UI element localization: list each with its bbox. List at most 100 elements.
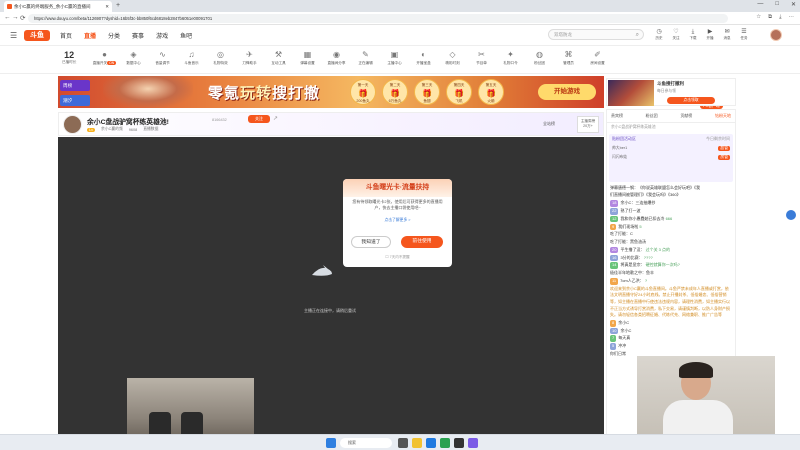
dont-remind-checkbox[interactable]: ☐ 7天内不提醒: [343, 255, 452, 260]
weekly-rank-box[interactable]: 主播周榜 20万+: [577, 116, 599, 133]
reward-gift-icon: 🎁: [358, 89, 368, 98]
search-input[interactable]: 双塔防龙 ⌕: [548, 29, 644, 40]
anchor-tool-14[interactable]: ✦ 礼物口令: [496, 49, 525, 66]
nav-home[interactable]: 首页: [60, 31, 72, 40]
follow-button[interactable]: 关注: [248, 115, 270, 123]
site-rank-link[interactable]: 全站榜: [543, 121, 555, 127]
streamer-avatar[interactable]: [63, 115, 82, 134]
chat-highlight: 5: [638, 223, 642, 229]
anchor-tool-1[interactable]: ◈ 数据中心: [119, 49, 148, 66]
extensions-icon[interactable]: ⧉: [768, 14, 772, 21]
header-tool-play[interactable]: ▶ 开播: [703, 28, 717, 41]
anchor-tool-8[interactable]: ◉ 直播间分享: [322, 49, 351, 66]
task-view-icon[interactable]: [398, 438, 408, 448]
heart-icon: ♡: [673, 29, 679, 35]
reward-gift-icon: 🎁: [486, 89, 496, 98]
anchor-tool-12[interactable]: ◇ 精彩时刻: [438, 49, 467, 66]
douyu-logo[interactable]: 斗鱼: [24, 30, 50, 41]
loading-shark-icon: [312, 265, 332, 276]
url-field[interactable]: https://www.douyu.com/beta/1126907?dyshi…: [28, 14, 728, 23]
streamer-name[interactable]: 余小C赢的频: [101, 127, 123, 132]
user-avatar[interactable]: [770, 29, 782, 41]
header-tool-message[interactable]: ✉ 消息: [720, 28, 734, 41]
nav-events[interactable]: 赛事: [132, 31, 144, 40]
nav-games[interactable]: 游戏: [156, 31, 168, 40]
app2-icon[interactable]: [468, 438, 478, 448]
chat-text: 三连抽爆抄: [635, 200, 656, 206]
room-meta: Lv 余小C赢的频 9608 直播数据: [87, 127, 158, 132]
header-tool-download[interactable]: ⤓ 下载: [686, 28, 700, 41]
weekly-rank-tag[interactable]: 周榜: [60, 80, 90, 91]
browser-tab[interactable]: 余小C赢的终端服务_余小C赢的直播间 ✕: [4, 1, 112, 12]
chat-tab-3[interactable]: 钻粉天地: [715, 113, 731, 119]
forward-button[interactable]: →: [12, 14, 19, 21]
header-tool-heart[interactable]: ♡ 关注: [669, 28, 683, 41]
taskbar-search[interactable]: 搜索: [340, 438, 392, 448]
chat-tab-0[interactable]: 贵宾榜: [611, 113, 623, 119]
back-button[interactable]: ←: [4, 14, 11, 21]
reward-name: 火箭: [487, 99, 495, 103]
anchor-tool-2[interactable]: ∿ 音量调节: [148, 49, 177, 66]
popup-learn-more-link[interactable]: 点击了解更多 >: [343, 218, 452, 223]
reward-name: 飞机: [455, 99, 463, 103]
anchor-tool-4[interactable]: ◎ 礼物特效: [206, 49, 235, 66]
promo-banner[interactable]: 零氪玩转搜打撤 第一天 🎁 200鱼丸 第二天 🎁 6万鱼丸 第三天 🎁 鱼翅 第四天 🎁 飞机 第五天…: [58, 76, 604, 108]
chat-username[interactable]: 我和你小愚蠢: [620, 216, 644, 221]
nav-category[interactable]: 分类: [108, 31, 120, 40]
anchor-tool-17[interactable]: ✐ 房间设置: [583, 49, 612, 66]
anchor-tool-label: 礼物特效: [213, 61, 228, 65]
reward-day-label: 第一天: [357, 83, 369, 87]
anchor-toolbar: 12 已播时长 ● 直播开关 ON ◈ 数据中心 ∿ 音量调节 ♫ 斗鱼音乐 ◎ 礼物特效 ✈ 刀锋助手…: [0, 46, 800, 109]
got-it-button[interactable]: 我知道了: [351, 236, 391, 248]
maximize-button[interactable]: □: [775, 1, 779, 8]
user-level-badge: 22: [610, 207, 619, 215]
header-tool-history[interactable]: ◷ 历史: [652, 28, 666, 41]
chat-tab-1[interactable]: 粉丝团: [646, 113, 658, 119]
chat-username[interactable]: 弹幕: [610, 185, 618, 190]
fans-rows: 帅大ber1 超管 闪闪布娃 房管: [612, 146, 730, 160]
anchor-tool-icon: ♫: [188, 50, 195, 59]
edge-icon[interactable]: [426, 438, 436, 448]
windows-start-icon[interactable]: [326, 438, 336, 448]
anchor-tool-5[interactable]: ✈ 刀锋助手: [235, 49, 264, 66]
menu-dots-icon[interactable]: ⋯: [789, 14, 795, 21]
close-tab-icon[interactable]: ✕: [105, 4, 109, 10]
app-icon[interactable]: [454, 438, 464, 448]
hamburger-menu-icon[interactable]: ☰: [10, 31, 17, 40]
share-icon[interactable]: ↗: [273, 115, 278, 122]
search-icon[interactable]: ⌕: [636, 30, 639, 40]
live-data-link[interactable]: 直播数据: [143, 127, 158, 132]
anchor-tool-6[interactable]: ⚒ 互动工具: [264, 49, 293, 66]
downloads-icon[interactable]: ⤓: [779, 14, 781, 21]
anchor-tool-16[interactable]: ⌘ 管理员: [554, 49, 583, 66]
nav-live[interactable]: 直播: [84, 31, 96, 40]
close-window-button[interactable]: ✕: [791, 1, 796, 8]
chat-tab-2[interactable]: 贡献榜: [680, 113, 692, 119]
file-explorer-icon[interactable]: [412, 438, 422, 448]
header-tool-task[interactable]: ☰ 任务: [737, 28, 751, 41]
anchor-tool-3[interactable]: ♫ 斗鱼音乐: [177, 49, 206, 66]
ad-claim-button[interactable]: 点击领取: [667, 97, 715, 104]
start-game-button[interactable]: 开始游戏: [538, 84, 596, 100]
anchor-tool-0[interactable]: ● 直播开关 ON: [90, 49, 119, 66]
nav-yuba[interactable]: 鱼吧: [180, 31, 192, 40]
side-ad[interactable]: 斗鱼搜打撤利 每日参与领 点击领取: [606, 78, 736, 106]
chat-username[interactable]: 余小C：: [620, 200, 635, 205]
anchor-tool-9[interactable]: ✎ 正在编辑: [351, 49, 380, 66]
room-title: 余小C盘战驴窝杯练英雄池!: [87, 119, 169, 126]
anchor-tool-10[interactable]: ▣ 主播中心: [380, 49, 409, 66]
anchor-tool-icon: ✎: [362, 50, 369, 59]
chrome-icon[interactable]: [440, 438, 450, 448]
chat-text: 将真是显宗：: [620, 262, 645, 268]
refresh-button[interactable]: ⟳: [20, 14, 25, 22]
go-use-button[interactable]: 前往使用: [401, 236, 443, 248]
anchor-tool-11[interactable]: ◐ 开播宝盒: [409, 49, 438, 66]
bookmark-star-icon[interactable]: ☆: [756, 14, 761, 21]
anchor-tool-13[interactable]: ✂ 节目单: [467, 49, 496, 66]
anchor-tool-7[interactable]: ▦ 弹幕设置: [293, 49, 322, 66]
tide-tag[interactable]: 潮汐: [60, 95, 90, 106]
new-tab-button[interactable]: +: [116, 2, 120, 9]
minimize-button[interactable]: —: [757, 1, 763, 8]
anchor-tool-15[interactable]: ◍ 粉丝团: [525, 49, 554, 66]
floating-assistant-icon[interactable]: [786, 210, 796, 220]
